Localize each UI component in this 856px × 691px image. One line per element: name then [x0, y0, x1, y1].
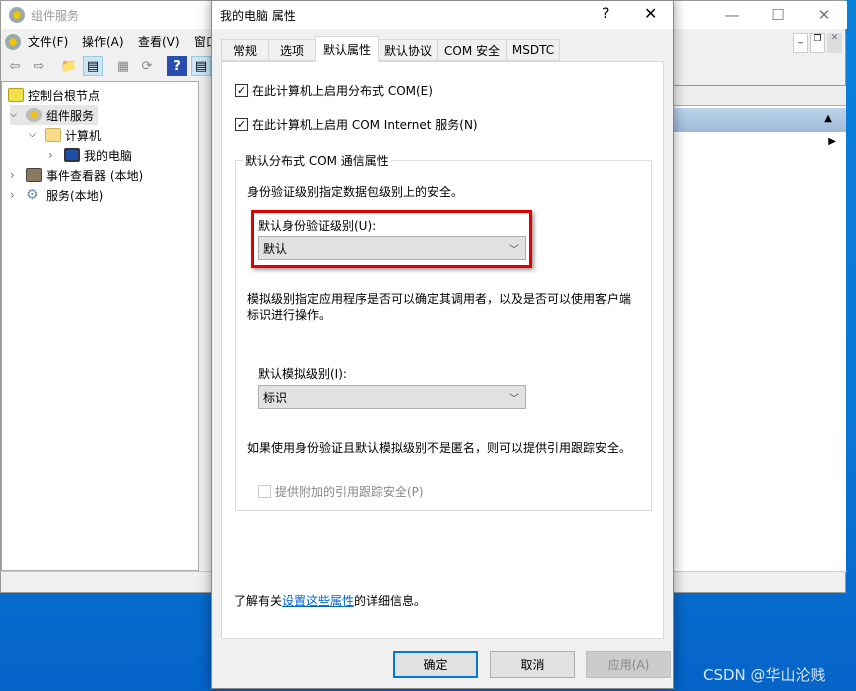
checkmark-icon[interactable]: ✓ — [235, 84, 248, 97]
console-tree: 控制台根节点 ⌵ 组件服务 ⌵ 计算机 › 我的电脑 › 事件查看器 (本地) › ⚙ 服务… — [1, 81, 199, 571]
mdi-restore-button[interactable]: ❐ — [810, 33, 825, 53]
impersonation-description: 模拟级别指定应用程序是否可以确定其调用者，以及是否可以使用客户端标识进行操作。 — [247, 292, 632, 322]
watermark: CSDN @华山沦贱 — [703, 666, 826, 684]
actions-section-selected[interactable]: ▲ — [674, 108, 846, 132]
actions-header — [674, 86, 846, 106]
forward-icon[interactable]: ⇨ — [29, 56, 49, 76]
impersonation-level-label: 默认模拟级别(I): — [258, 367, 347, 381]
chevron-down-icon[interactable]: ⌵ — [29, 130, 41, 140]
dialog-title-bar: 我的电脑 属性 ? ✕ — [212, 1, 673, 29]
select-value: 默认 — [263, 241, 288, 256]
computer-icon — [64, 148, 80, 162]
folder-icon — [8, 88, 24, 102]
auth-description: 身份验证级别指定数据包级别上的安全。 — [247, 185, 464, 199]
tree-label: 服务(本地) — [46, 188, 104, 203]
checkbox-label: 在此计算机上启用分布式 COM(E) — [252, 84, 433, 98]
select-value: 标识 — [263, 390, 288, 405]
menu-file[interactable]: 文件(F) — [28, 31, 68, 51]
ok-button[interactable]: 确定 — [393, 651, 478, 678]
show-action-pane-icon[interactable]: ▤ — [191, 56, 211, 76]
dialog-close-button[interactable]: ✕ — [644, 4, 657, 23]
tree-label: 计算机 — [65, 128, 102, 143]
tree-label: 我的电脑 — [84, 148, 133, 163]
enable-dcom-checkbox[interactable]: ✓ 在此计算机上启用分布式 COM(E) — [235, 82, 433, 99]
tree-label: 事件查看器 (本地) — [46, 168, 144, 183]
info-text: 了解有关 设置这些属性 的详细信息。 — [234, 592, 426, 609]
folder-icon — [45, 128, 61, 142]
tab-panel: ✓ 在此计算机上启用分布式 COM(E) ✓ 在此计算机上启用 COM Intern… — [221, 61, 664, 639]
minimize-button[interactable]: — — [709, 1, 755, 29]
tree-item-my-computer[interactable]: › 我的电脑 — [48, 145, 132, 165]
help-button[interactable]: ? — [602, 6, 609, 22]
auth-level-select[interactable]: 默认 ﹀ — [258, 236, 526, 260]
event-viewer-icon — [26, 168, 42, 182]
auth-level-label: 默认身份验证级别(U): — [258, 219, 377, 233]
chevron-right-icon[interactable]: › — [10, 168, 22, 182]
system-menu-icon[interactable] — [5, 34, 21, 50]
component-services-icon — [9, 7, 25, 23]
mdi-minimize-button[interactable]: _ — [793, 33, 808, 53]
tree-item-console-root[interactable]: 控制台根节点 — [8, 85, 100, 105]
close-button[interactable]: ✕ — [801, 1, 847, 29]
impersonation-level-select[interactable]: 标识 ﹀ — [258, 385, 526, 409]
tab-general[interactable]: 常规 — [221, 39, 269, 61]
mdi-close-button[interactable]: ✕ — [827, 33, 842, 53]
tab-com-security[interactable]: COM 安全 — [437, 39, 507, 61]
window-title: 组件服务 — [31, 9, 80, 23]
actions-pane: ▲ ▶ — [674, 85, 846, 571]
gear-icon: ⚙ — [26, 187, 39, 203]
show-tree-icon[interactable]: ▤ — [83, 56, 103, 76]
checkbox-label: 在此计算机上启用 COM Internet 服务(N) — [252, 118, 478, 132]
properties-icon[interactable]: ▦ — [113, 56, 133, 76]
menu-action[interactable]: 操作(A) — [82, 31, 124, 51]
dcom-communication-group: 默认分布式 COM 通信属性 身份验证级别指定数据包级别上的安全。 默认身份验证… — [235, 152, 652, 511]
maximize-button[interactable]: ☐ — [755, 1, 801, 29]
back-icon[interactable]: ⇦ — [5, 56, 25, 76]
tracking-description: 如果使用身份验证且默认模拟级别不是匿名，则可以提供引用跟踪安全。 — [247, 441, 632, 455]
tree-label: 控制台根节点 — [28, 88, 101, 103]
reference-tracking-checkbox[interactable]: 提供附加的引用跟踪安全(P) — [258, 483, 424, 500]
collapse-up-icon[interactable]: ▲ — [824, 113, 832, 124]
apply-button[interactable]: 应用(A) — [586, 651, 671, 678]
checkmark-icon[interactable]: ✓ — [235, 118, 248, 131]
checkbox-label: 提供附加的引用跟踪安全(P) — [275, 485, 424, 499]
info-suffix: 的详细信息。 — [354, 594, 427, 608]
tab-default-properties[interactable]: 默认属性 — [315, 36, 379, 62]
tree-item-computers[interactable]: ⌵ 计算机 — [29, 125, 101, 145]
properties-dialog: 我的电脑 属性 ? ✕ 常规 选项 默认属性 默认协议 COM 安全 MSDTC… — [211, 0, 674, 689]
mdi-controls: _ ❐ ✕ — [793, 33, 843, 53]
tab-msdtc[interactable]: MSDTC — [506, 39, 560, 61]
dialog-title: 我的电脑 属性 — [220, 9, 296, 23]
help-icon[interactable]: ? — [167, 56, 187, 76]
info-prefix: 了解有关 — [234, 594, 283, 608]
enable-com-internet-checkbox[interactable]: ✓ 在此计算机上启用 COM Internet 服务(N) — [235, 116, 478, 133]
tree-item-component-services[interactable]: ⌵ 组件服务 — [10, 105, 99, 125]
refresh-icon[interactable]: ⟳ — [137, 56, 157, 76]
tree-item-event-viewer[interactable]: › 事件查看器 (本地) — [10, 165, 143, 185]
checkbox-box[interactable] — [258, 485, 271, 498]
group-title: 默认分布式 COM 通信属性 — [243, 152, 391, 169]
settings-help-link[interactable]: 设置这些属性 — [282, 592, 354, 609]
chevron-down-icon: ﹀ — [509, 244, 519, 256]
tab-options[interactable]: 选项 — [268, 39, 316, 61]
chevron-right-icon[interactable]: › — [48, 148, 60, 162]
chevron-down-icon: ﹀ — [509, 393, 519, 405]
cancel-button[interactable]: 取消 — [490, 651, 575, 678]
chevron-down-icon[interactable]: ⌵ — [10, 110, 22, 120]
tree-item-services[interactable]: › ⚙ 服务(本地) — [10, 185, 103, 205]
tab-default-protocols[interactable]: 默认协议 — [378, 39, 438, 61]
menu-view[interactable]: 查看(V) — [138, 31, 180, 51]
up-folder-icon[interactable]: 📁 — [59, 56, 79, 76]
component-services-icon — [26, 108, 42, 122]
more-actions-arrow-icon[interactable]: ▶ — [828, 136, 836, 147]
chevron-right-icon[interactable]: › — [10, 188, 22, 202]
tree-label: 组件服务 — [46, 108, 95, 123]
